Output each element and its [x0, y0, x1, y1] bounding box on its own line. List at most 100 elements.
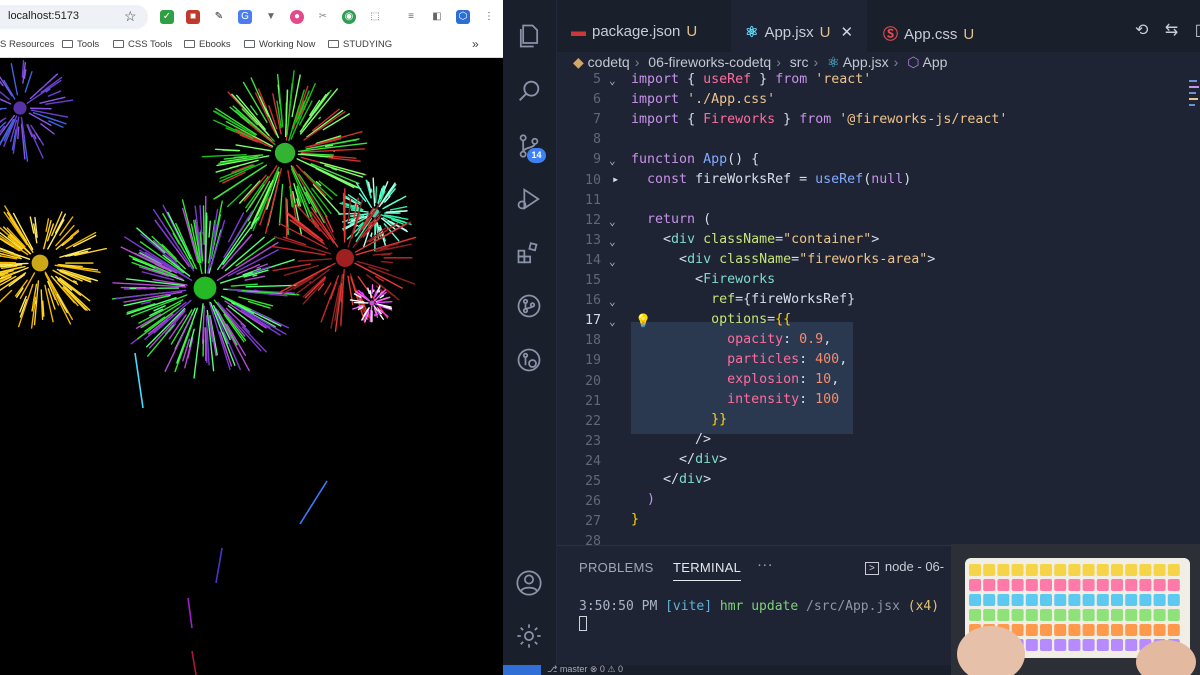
keycap [969, 579, 981, 591]
firework-burst [201, 70, 368, 238]
fold-chevron-icon[interactable]: ⌄ [609, 154, 616, 167]
keycap [1040, 609, 1052, 621]
keycap [1011, 579, 1024, 591]
side-panel-icon[interactable]: ◧ [430, 10, 444, 24]
keycap [1025, 639, 1038, 651]
status-text[interactable]: ⎇ master ⊗ 0 ⚠ 0 [547, 664, 623, 675]
folder-icon [62, 40, 73, 48]
keycap [1011, 609, 1024, 621]
code-line: import { useRef } from 'react' [631, 72, 872, 87]
tab-terminal[interactable]: TERMINAL [673, 560, 742, 581]
line-number: 16 [584, 293, 601, 309]
fold-chevron-icon[interactable]: ⌄ [609, 255, 616, 268]
keycap [1153, 594, 1166, 606]
tab-package-json[interactable]: ▬ package.json U [557, 0, 729, 52]
keycap [1111, 594, 1123, 606]
code-editor[interactable]: 💡 ▸ 5 6 7 8 9 10 11 12 13 14 15 16 17 18 19 20 21 22 23 24 2… [557, 72, 1200, 549]
explorer-icon[interactable] [515, 22, 545, 52]
fold-chevron-icon[interactable]: ⌄ [609, 315, 616, 328]
search-icon[interactable] [515, 77, 545, 107]
panel-more-icon[interactable]: ··· [757, 556, 773, 573]
line-number: 24 [584, 453, 601, 469]
breadcrumb-item[interactable]: App.jsx [843, 54, 889, 70]
fold-chevron-icon[interactable]: ⌄ [609, 235, 616, 248]
git-graph-icon[interactable] [515, 292, 545, 322]
keyboard-image [951, 544, 1200, 675]
keycap [1153, 564, 1166, 576]
extension-green-icon[interactable]: ◉ [342, 10, 356, 24]
keycap [1011, 594, 1024, 606]
keycap [1025, 594, 1038, 606]
breadcrumb-item[interactable]: src [790, 54, 809, 70]
extension-shield-icon[interactable]: ✓ [160, 10, 174, 24]
fireworks-animation [0, 60, 417, 675]
breadcrumb-item[interactable]: App [923, 54, 948, 70]
keycap [1153, 609, 1166, 621]
more-bookmarks-button[interactable]: » [472, 37, 479, 51]
fireworks-canvas[interactable] [0, 58, 503, 675]
line-number: 23 [584, 433, 601, 449]
code-line: function App() { [631, 152, 760, 167]
accounts-icon[interactable] [515, 569, 545, 599]
settings-gear-icon[interactable] [515, 622, 545, 652]
extensions-icon[interactable] [515, 239, 545, 269]
bookmark-tools[interactable]: Tools [62, 39, 99, 50]
timeline-icon[interactable]: ⟲ [1135, 22, 1148, 39]
bookmark-ebooks[interactable]: Ebooks [184, 39, 231, 50]
keycap [1153, 579, 1166, 591]
firework-burst [111, 195, 300, 379]
tab-problems[interactable]: PROBLEMS [579, 560, 654, 575]
extension-pen-icon[interactable]: ✎ [212, 10, 226, 24]
breadcrumb-item[interactable]: codetq [588, 54, 630, 70]
minimap[interactable] [1187, 76, 1200, 116]
rocket-trail [134, 352, 144, 409]
browser-window: localhost:5173 ☆ ✓ ■ ✎ G ▼ ● ✂ ◉ ⬚ ≡ ◧ ⬡… [0, 0, 503, 675]
code-line: <div className="fireworks-area"> [679, 252, 936, 267]
code-line: ) [647, 492, 656, 507]
bookmark-studying[interactable]: STUDYING [328, 39, 392, 50]
fold-chevron-icon[interactable]: ⌄ [609, 215, 616, 228]
extension-translate-icon[interactable]: G [238, 10, 252, 24]
rocket-trail [191, 650, 197, 675]
split-editor-icon[interactable]: ◫ [1195, 22, 1200, 39]
code-line: options={{ [711, 312, 792, 327]
remote-explorer-icon[interactable] [515, 346, 545, 376]
keycap [997, 579, 1010, 591]
keycap [997, 564, 1010, 576]
extension-vue-icon[interactable]: ▼ [264, 10, 278, 24]
keycap [1139, 609, 1152, 621]
menu-dots-icon[interactable]: ⋮ [482, 10, 496, 24]
extension-tool-icon[interactable]: ✂ [316, 10, 330, 24]
keycap [1125, 564, 1138, 576]
tab-app-jsx[interactable]: ⚛ App.jsx U ✕ [731, 0, 867, 52]
bookmark-working-now[interactable]: Working Now [244, 39, 315, 50]
run-debug-icon[interactable] [515, 185, 545, 215]
line-number: 13 [584, 232, 601, 248]
keycap [1068, 579, 1081, 591]
extension-color-icon[interactable]: ● [290, 10, 304, 24]
tab-app-css[interactable]: Ⓢ App.css U [869, 0, 985, 52]
breadcrumb-item[interactable]: 06-fireworks-codetq [648, 54, 771, 70]
reading-list-icon[interactable]: ≡ [404, 10, 418, 24]
keycap [1082, 609, 1095, 621]
compare-changes-icon[interactable]: ⇆ [1165, 22, 1178, 39]
keycap [1054, 579, 1067, 591]
bookmark-star-icon[interactable]: ☆ [124, 8, 137, 25]
folder-icon [184, 40, 195, 48]
bookmark-resources[interactable]: S Resources [0, 39, 54, 50]
terminal-selector[interactable]: > node - 06- [865, 559, 944, 575]
bookmark-css-tools[interactable]: CSS Tools [113, 39, 172, 50]
keycap [1111, 624, 1123, 636]
close-tab-icon[interactable]: ✕ [841, 24, 854, 41]
url-text[interactable]: localhost:5173 [8, 10, 79, 22]
fold-chevron-icon[interactable]: ⌄ [609, 74, 616, 87]
keycap [1054, 609, 1067, 621]
profile-icon[interactable]: ⬡ [456, 10, 470, 24]
fold-chevron-icon[interactable]: ⌄ [609, 295, 616, 308]
keycap [969, 594, 981, 606]
extensions-puzzle-icon[interactable]: ⬚ [368, 10, 382, 24]
line-number: 15 [584, 273, 601, 288]
extension-red-icon[interactable]: ■ [186, 10, 200, 24]
address-bar[interactable]: localhost:5173 ☆ [0, 5, 148, 29]
remote-indicator[interactable] [503, 665, 541, 675]
